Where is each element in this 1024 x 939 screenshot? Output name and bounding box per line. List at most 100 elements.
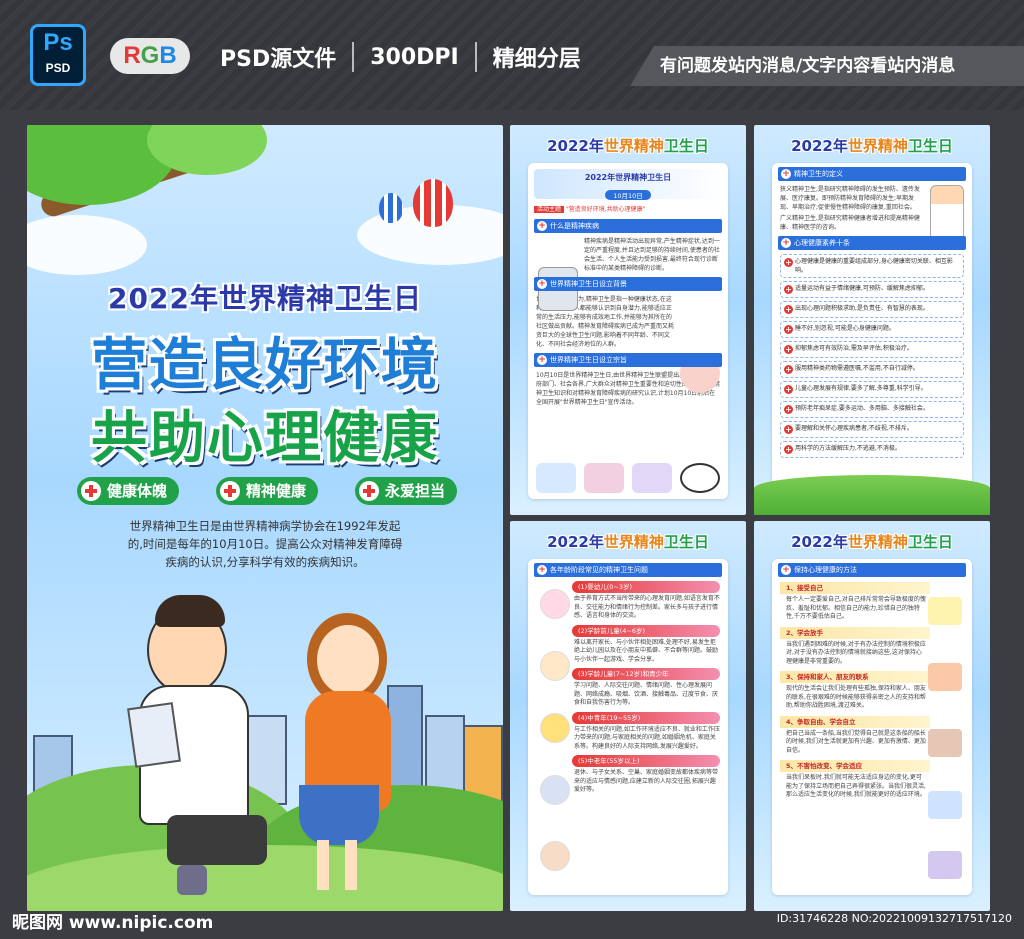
section-text: 广义精神卫生,是指研究精神健康者增进和提高精神健康、精神医学的咨询。 xyxy=(780,215,920,231)
clipboard-icon xyxy=(127,702,181,768)
date-banner: 2022年世界精神卫生日 10月10日 xyxy=(534,169,722,200)
list-item: 儿童心理发展有规律,要多了解,多尊重,科学引导。 xyxy=(780,381,964,398)
banner-title: 2022年世界精神卫生日 xyxy=(584,173,672,182)
age-text: 与工作相关的问题,如工作环境适应不良、就业和工作压力带来的问题;与家庭相关的问题… xyxy=(574,725,720,750)
list-item: 适量运动有益于情绪健康,可预防、缓解焦虑抑郁。 xyxy=(780,281,964,298)
baby-illustration xyxy=(540,589,570,619)
medical-cross-icon xyxy=(81,481,101,501)
age-text: 学习问题、人际交往问题、情绪问题、性心理发展问题、网络成瘾、吸烟、饮酒、接触毒品… xyxy=(574,682,719,706)
woman-skirt xyxy=(299,785,379,845)
person-illustration xyxy=(928,791,962,819)
poster-age-problems: 2022年世界精神卫生日 各年龄阶段常见的精神卫生问题 (1)婴幼儿(0~3岁)… xyxy=(510,521,746,911)
age-text: 难以离开家长、与小伙伴相处困难,处理不好,易发生拒绝上幼儿园以及在小朋友中孤僻、… xyxy=(574,638,719,663)
age-heading: (4)中青年(19~55岁) xyxy=(572,711,720,724)
section-header: 世界精神卫生日设立宗旨 xyxy=(534,353,722,367)
list-item: 用科学的方法缓解压力,不逃避,不消极。 xyxy=(780,441,964,458)
doctors-illustration xyxy=(536,463,576,493)
woman-leg xyxy=(317,840,329,890)
list-item: 服用精神类药物需遵医嘱,不滥用,不自行减停。 xyxy=(780,361,964,378)
tag-label: 精神健康 xyxy=(245,482,306,500)
grass-hill xyxy=(754,475,990,515)
fist-icon xyxy=(928,597,962,625)
theme-label: 活动主题 xyxy=(534,206,565,213)
tag-label: 健康体魄 xyxy=(107,482,168,500)
notice-banner: 有问题发站内消息/文字内容看站内消息 xyxy=(630,46,1024,86)
slogan-line-2: 共助心理健康 xyxy=(91,406,439,471)
doctor-hair xyxy=(155,595,225,627)
tag-row: 健康体魄 精神健康 永爱担当 xyxy=(77,477,457,505)
tip-heading: 3、保持和家人、朋友的联系 xyxy=(780,671,930,683)
age-heading: (3)学龄儿童(7~12岁)和青少年 xyxy=(572,668,720,680)
section-header: 什么是精神疾病 xyxy=(534,219,722,233)
hot-air-balloon-icon xyxy=(379,193,403,223)
content-card: 保持心理健康的方法 1、接受自己 每个人一定要爱自己,对自己排斥常常会导致极度的… xyxy=(772,559,972,895)
section-header: 世界精神卫生日设立背景 xyxy=(534,277,722,291)
tag-label: 永爱担当 xyxy=(384,482,445,500)
worker-illustration xyxy=(540,775,570,805)
list-item: 心理健康是健康的重要组成部分,身心健康密切关联、相互影响。 xyxy=(780,254,964,278)
banner-date: 10月10日 xyxy=(605,190,651,200)
teens-illustration xyxy=(540,713,570,743)
theme-text: "营造良好环境,共助心理健康" xyxy=(565,206,646,213)
age-item: (2)学龄前儿童(4~6岁) 难以离开家长、与小伙伴相处困难,处理不好,易发生拒… xyxy=(528,624,728,681)
friends-illustration xyxy=(928,729,962,757)
age-text: 由于养育方式不当所带来的心理发育问题,如语言发育不良、交往能力和情绪行为控制差。… xyxy=(574,595,720,619)
slogan-line-1: 营造良好环境 xyxy=(91,333,439,398)
tip-text: 当我们呆板时,我们就可能无法适应身边的变化,更可能为了保持立场而把自己弄得很紧张… xyxy=(786,774,926,798)
top-header-bar: Ps PSD RGB PSD源文件 300DPI 精细分层 有问题发站内消息/文… xyxy=(0,0,1024,110)
tag-pill: 健康体魄 xyxy=(77,477,180,505)
medical-cross-icon xyxy=(358,481,379,501)
poster-mental-health-definition: 2022年世界精神卫生日 精神卫生的定义 狭义精神卫生,是指研究精神障碍的发生预… xyxy=(754,125,990,515)
thinking-illustration xyxy=(632,463,672,493)
age-heading: (2)学龄前儿童(4~6岁) xyxy=(572,624,720,637)
poster-what-is-mental-illness: 2022年世界精神卫生日 2022年世界精神卫生日 10月10日 活动主题 "营… xyxy=(510,125,746,515)
poster-keep-healthy: 2022年世界精神卫生日 保持心理健康的方法 1、接受自己 每个人一定要爱自己,… xyxy=(754,521,990,911)
site-watermark: 昵图网 www.nipic.com xyxy=(12,913,214,933)
content-card: 各年龄阶段常见的精神卫生问题 (1)婴幼儿(0~3岁) 由于养育方式不当所带来的… xyxy=(528,559,728,895)
poster-title: 2022年世界精神卫生日 xyxy=(547,137,709,155)
rgb-g: G xyxy=(140,42,160,69)
main-poster: 2022年世界精神卫生日 营造良好环境 共助心理健康 健康体魄 精神健康 永爱担… xyxy=(27,125,503,911)
list-item: 抑郁焦虑可有效防治,需及早评估,积极治疗。 xyxy=(780,341,964,358)
meta-layers: 精细分层 xyxy=(492,47,581,72)
photoshop-icon: Ps PSD xyxy=(30,24,86,86)
tip-heading: 4、争取自由、学会自立 xyxy=(780,715,930,728)
section-text: 狭义精神卫生,是指研究精神障碍的发生预防、遗传发展、医疗康复。即预防精神发育障碍… xyxy=(780,186,920,211)
woman-leg xyxy=(345,840,357,890)
file-meta: PSD源文件 300DPI 精细分层 xyxy=(220,40,581,74)
cloud-shape xyxy=(27,215,147,275)
chair-base xyxy=(177,865,207,895)
age-heading: (1)婴幼儿(0~3岁) xyxy=(572,581,720,593)
tip-text: 把自己当成一条船,当我们觉得自己就是这条船的船长的时候,我们对生活就更加有兴趣、… xyxy=(786,729,926,754)
meta-dpi: 300DPI xyxy=(370,44,459,70)
rgb-badge: RGB xyxy=(110,38,190,74)
woman-face xyxy=(317,625,379,695)
tip-heading: 2、学会放手 xyxy=(780,626,930,639)
list-item: 要理解和关怀心理疾病患者,不歧视,不排斥。 xyxy=(780,421,964,438)
family-illustration xyxy=(928,663,962,691)
tip-text: 每个人一定要爱自己,对自己排斥常常会导致极度的愧疚、羞耻和忧郁。相信自己的能力,… xyxy=(786,596,926,620)
section-header: 保持心理健康的方法 xyxy=(778,563,966,577)
poster-title: 2022年世界精神卫生日 xyxy=(547,533,709,551)
poster-year-title: 2022年世界精神卫生日 xyxy=(108,282,422,315)
section-header: 心理健康素养十条 xyxy=(778,236,966,250)
meta-format: PSD源文件 xyxy=(220,47,337,72)
divider xyxy=(474,42,477,72)
content-card: 2022年世界精神卫生日 10月10日 活动主题 "营造良好环境,共助心理健康"… xyxy=(528,163,728,499)
tip-text: 现代的生活会让我们处理有些孤独,保持和家人、朋友的联系,在很艰难的时候能够获得亲… xyxy=(786,685,926,709)
list-item: 出现心理问题积极求助,是负责任、有智慧的表现。 xyxy=(780,301,964,318)
rgb-b: B xyxy=(159,42,177,69)
heart-illustration xyxy=(928,851,962,879)
ps-label: Ps xyxy=(43,29,73,56)
poster-title: 2022年世界精神卫生日 xyxy=(791,533,953,551)
intro-text: 世界精神卫生日是由世界精神病学协会在1992年发起的,时间是每年的10月10日。… xyxy=(127,519,403,569)
elderly-illustration xyxy=(540,841,570,871)
list-item: 睡不好,别忽视,可能是心身健康问题。 xyxy=(780,321,964,338)
tip-item: 2、学会放手 当我们遇到困难的时候,对于有办法控制的情境积极应对,对于没有办法控… xyxy=(772,626,972,691)
section-header: 精神卫生的定义 xyxy=(778,167,966,181)
children-illustration xyxy=(540,651,570,681)
rgb-r: R xyxy=(123,42,141,69)
doctor-legs xyxy=(167,815,267,865)
hot-air-balloon-icon xyxy=(413,179,453,227)
clock-icon xyxy=(680,463,720,493)
